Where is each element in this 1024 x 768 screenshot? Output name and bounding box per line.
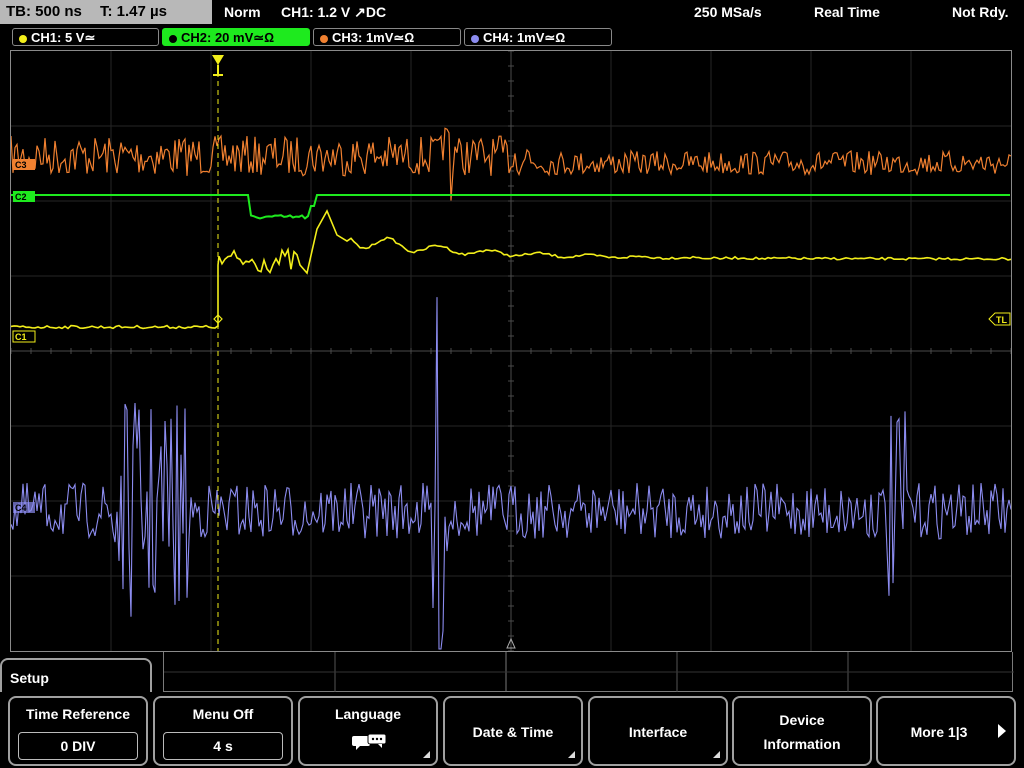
acquisition-mode: Real Time xyxy=(814,4,880,20)
device-information-label-2: Information xyxy=(763,736,841,752)
trigger-mode[interactable]: Norm xyxy=(224,0,261,24)
trigger-source[interactable]: CH1: 1.2 V ↗DC xyxy=(281,0,386,24)
tab-ch1[interactable]: CH1: 5 V≃ xyxy=(12,28,159,46)
time-reference-label: Time Reference xyxy=(25,706,130,722)
ch3-marker-text: C3 xyxy=(15,160,27,170)
speech-bubbles-icon xyxy=(352,733,387,750)
time-reference-value[interactable]: 0 DIV xyxy=(18,732,138,760)
ch2-dot-icon xyxy=(169,34,177,43)
device-information-button[interactable]: Device Information xyxy=(732,696,872,766)
tab-ch2[interactable]: CH2: 20 mV≃Ω xyxy=(162,28,310,46)
menu-off-label: Menu Off xyxy=(192,706,254,722)
trigger-position-marker[interactable] xyxy=(212,55,224,76)
menu-title-tab: Setup xyxy=(0,658,152,694)
ch4-label: CH4: 1mV≃Ω xyxy=(483,30,566,45)
more-label: More 1|3 xyxy=(910,724,968,740)
ch3-dot-icon xyxy=(320,34,328,43)
ch1-dot-icon xyxy=(19,34,27,43)
submenu-corner-icon xyxy=(568,751,575,758)
date-time-button[interactable]: Date & Time xyxy=(443,696,583,766)
ch4-offset-marker[interactable]: C4 xyxy=(13,502,35,513)
date-time-label: Date & Time xyxy=(472,724,554,740)
menu-off-value[interactable]: 4 s xyxy=(163,732,283,760)
waveform-canvas: C3 C2 C1 C4 TL xyxy=(11,51,1011,651)
ch3-offset-marker[interactable]: C3 xyxy=(13,159,35,170)
trigger-time-label: T: 1.47 µs xyxy=(100,3,168,20)
language-label: Language xyxy=(334,706,402,722)
next-page-arrow-icon xyxy=(998,724,1006,738)
timebase-box[interactable]: TB: 500 ns T: 1.47 µs xyxy=(0,0,212,24)
status-bar: TB: 500 ns T: 1.47 µs Norm CH1: 1.2 V ↗D… xyxy=(0,0,1024,24)
ch2-marker-text: C2 xyxy=(15,192,27,202)
more-button[interactable]: More 1|3 xyxy=(876,696,1016,766)
graticule xyxy=(11,51,1011,651)
trigger-level-marker[interactable]: TL xyxy=(988,312,1011,326)
submenu-corner-icon xyxy=(713,751,720,758)
ch4-marker-text: C4 xyxy=(15,503,27,513)
device-information-label-1: Device xyxy=(779,712,825,728)
ch2-offset-marker[interactable]: C2 xyxy=(13,191,35,202)
time-reference-button[interactable]: Time Reference 0 DIV xyxy=(8,696,148,766)
ch1-offset-marker[interactable]: C1 xyxy=(12,330,36,343)
ch4-dot-icon xyxy=(471,34,479,43)
ch1-label: CH1: 5 V≃ xyxy=(31,30,96,45)
acquisition-status: Not Rdy. xyxy=(952,4,1009,20)
tab-ch3[interactable]: CH3: 1mV≃Ω xyxy=(313,28,461,46)
trigger-level-text: TL xyxy=(996,315,1007,325)
timebase-label: TB: 500 ns xyxy=(6,3,82,20)
menu-off-button[interactable]: Menu Off 4 s xyxy=(153,696,293,766)
submenu-corner-icon xyxy=(423,751,430,758)
sample-rate: 250 MSa/s xyxy=(694,4,762,20)
interface-label: Interface xyxy=(628,724,688,740)
tab-ch4[interactable]: CH4: 1mV≃Ω xyxy=(464,28,612,46)
ch1-marker-text: C1 xyxy=(15,332,27,342)
ch2-label: CH2: 20 mV≃Ω xyxy=(181,30,275,45)
ch3-label: CH3: 1mV≃Ω xyxy=(332,30,415,45)
lower-graticule xyxy=(163,652,1014,692)
waveform-display[interactable]: C3 C2 C1 C4 TL xyxy=(10,50,1012,652)
language-button[interactable]: Language xyxy=(298,696,438,766)
interface-button[interactable]: Interface xyxy=(588,696,728,766)
